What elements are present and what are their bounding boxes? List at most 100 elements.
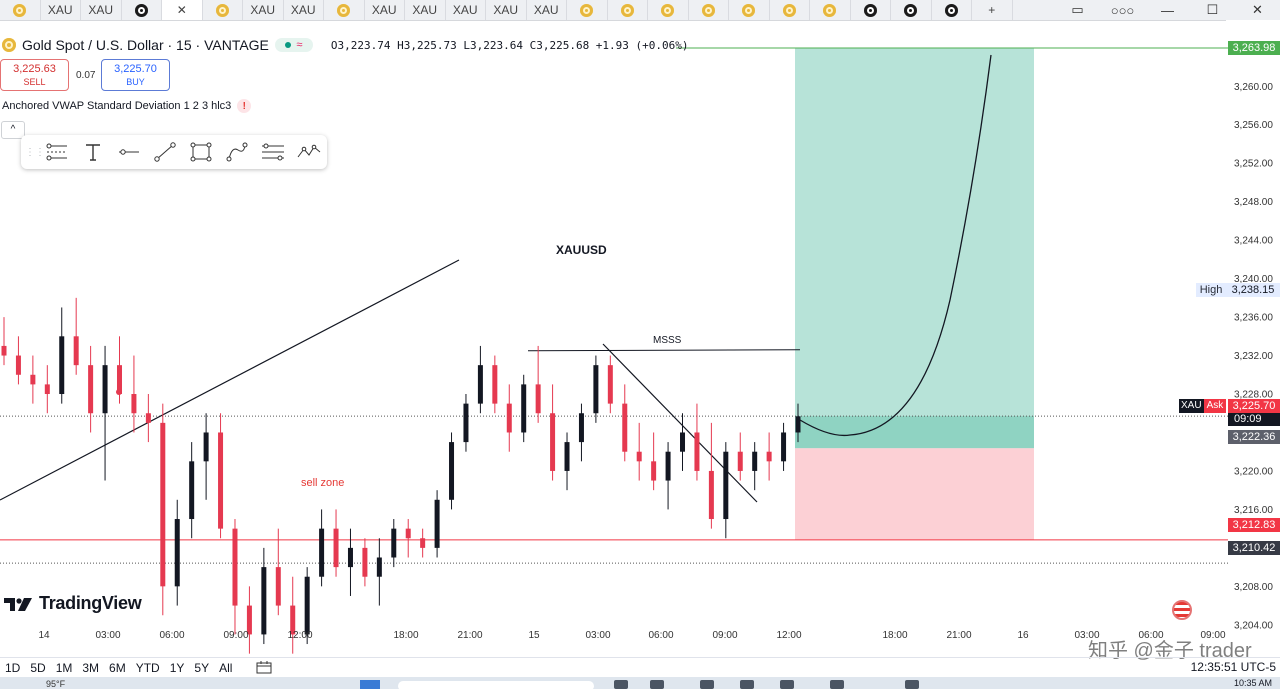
tradingview-logo[interactable]: TradingView (4, 593, 142, 614)
ask-price-tag: 3,225.70 (1228, 399, 1280, 413)
taskbar-app-icon[interactable] (700, 680, 714, 689)
range-1d[interactable]: 1D (0, 661, 25, 675)
candle-body (535, 384, 541, 414)
range-5y[interactable]: 5Y (189, 661, 214, 675)
target-price-tag: 3,263.98 (1228, 41, 1280, 55)
buy-price: 3,225.70 (114, 63, 157, 75)
price-tick-label: 3,252.00 (1234, 159, 1273, 170)
marker-dot (116, 389, 122, 395)
entry-price-tag: 3,222.36 (1228, 430, 1280, 444)
gold-coin-icon (2, 38, 16, 52)
candle-body (550, 413, 556, 471)
curve-icon[interactable] (219, 137, 255, 167)
range-6m[interactable]: 6M (104, 661, 131, 675)
candle-body (73, 336, 79, 366)
pattern-icon[interactable] (291, 137, 327, 167)
rising-trend-line (0, 259, 460, 501)
start-icon[interactable] (360, 680, 380, 689)
candle-body (477, 365, 483, 404)
range-ytd[interactable]: YTD (131, 661, 165, 675)
candle-body (694, 432, 700, 471)
indicator-legend[interactable]: Anchored VWAP Standard Deviation 1 2 3 h… (2, 99, 252, 113)
sell-button[interactable]: 3,225.63 SELL (0, 59, 69, 91)
candle-body (578, 413, 584, 443)
time-tick-label: 18:00 (882, 630, 907, 641)
drag-handle-icon[interactable]: ⋮⋮ (25, 147, 45, 158)
buy-button[interactable]: 3,225.70 BUY (101, 59, 170, 91)
msss-annotation[interactable]: MSSS (652, 335, 683, 346)
market-open-icon (285, 42, 292, 48)
taskbar-clock[interactable]: 10:35 AM (1234, 678, 1272, 688)
candle-body (376, 557, 382, 577)
rectangle-icon[interactable] (183, 137, 219, 167)
drawing-toolbar: ⋮⋮ (21, 135, 327, 169)
ask-symbol: XAU (1179, 399, 1204, 413)
os-taskbar: 95°F 10:35 AM (0, 677, 1280, 689)
candle-body (102, 365, 108, 414)
us-flag-icon[interactable] (1172, 600, 1192, 620)
chart-title-annotation[interactable]: XAUUSD (556, 243, 607, 257)
price-tick-label: 3,204.00 (1234, 620, 1273, 631)
candle-body (275, 567, 281, 606)
taskbar-app-icon[interactable] (650, 680, 664, 689)
candle-body (463, 403, 469, 443)
price-tick-label: 3,232.00 (1234, 351, 1273, 362)
sell-zone-annotation[interactable]: sell zone (301, 477, 344, 489)
fib-retracement-icon[interactable] (255, 137, 291, 167)
tradingview-mark-icon (4, 597, 32, 611)
candle-body (189, 461, 195, 520)
candle-body (708, 470, 714, 520)
time-tick-label: 14 (38, 630, 50, 641)
candle-body (347, 547, 353, 568)
price-tick-label: 3,220.00 (1234, 466, 1273, 477)
candle-body (1, 345, 7, 356)
high-price-tag: High 3,238.15 (1196, 283, 1280, 297)
candle-body (304, 576, 310, 635)
range-3m[interactable]: 3M (77, 661, 104, 675)
time-tick-label: 03:00 (95, 630, 120, 641)
range-1m[interactable]: 1M (51, 661, 78, 675)
sell-price: 3,225.63 (13, 63, 56, 75)
candle-body (319, 528, 325, 577)
stop-price-tag: 3,212.83 (1228, 518, 1280, 532)
taskbar-app-icon[interactable] (740, 680, 754, 689)
range-1y[interactable]: 1Y (165, 661, 190, 675)
taskbar-app-icon[interactable] (780, 680, 794, 689)
horizontal-line-icon[interactable] (111, 137, 147, 167)
warning-icon[interactable]: ! (237, 99, 252, 113)
candle-body (723, 451, 729, 520)
candle-body (492, 365, 498, 404)
candle-body (131, 394, 137, 414)
symbol-title[interactable]: Gold Spot / U.S. Dollar · 15 · VANTAGE (22, 37, 269, 53)
indicator-name: Anchored VWAP Standard Deviation 1 2 3 h… (2, 100, 232, 112)
taskbar-search-input[interactable] (398, 681, 594, 689)
range-5d[interactable]: 5D (25, 661, 50, 675)
trend-angle-icon[interactable] (39, 137, 75, 167)
stop-loss-zone (795, 448, 1034, 540)
open-pnl-zone (795, 416, 1034, 449)
candle-body (160, 422, 166, 587)
market-status-pill[interactable]: ≈ (274, 38, 313, 52)
text-icon[interactable] (75, 137, 111, 167)
trend-line-icon[interactable] (147, 137, 183, 167)
candle-body (665, 451, 671, 481)
candle-body (59, 336, 65, 395)
taskbar-app-icon[interactable] (614, 680, 628, 689)
utc-clock[interactable]: 12:35:51 UTC-5 (1191, 660, 1276, 674)
ohlc-values: O3,223.74 H3,225.73 L3,223.64 C3,225.68 … (330, 38, 689, 52)
weather-temp[interactable]: 95°F (46, 679, 65, 689)
taskbar-app-icon[interactable] (830, 680, 844, 689)
candle-body (218, 432, 224, 529)
candle-body (261, 567, 267, 635)
candle-body (333, 528, 339, 568)
candle-body (607, 365, 613, 404)
low-price-tag: 3,210.42 (1228, 541, 1280, 555)
calendar-icon[interactable] (251, 660, 277, 677)
range-all[interactable]: All (214, 661, 237, 675)
candle-body (232, 528, 238, 606)
candle-body (434, 499, 440, 548)
candle-body (362, 547, 368, 577)
candle-body (636, 451, 642, 462)
taskbar-app-icon[interactable] (905, 680, 919, 689)
candle-body (680, 432, 686, 452)
